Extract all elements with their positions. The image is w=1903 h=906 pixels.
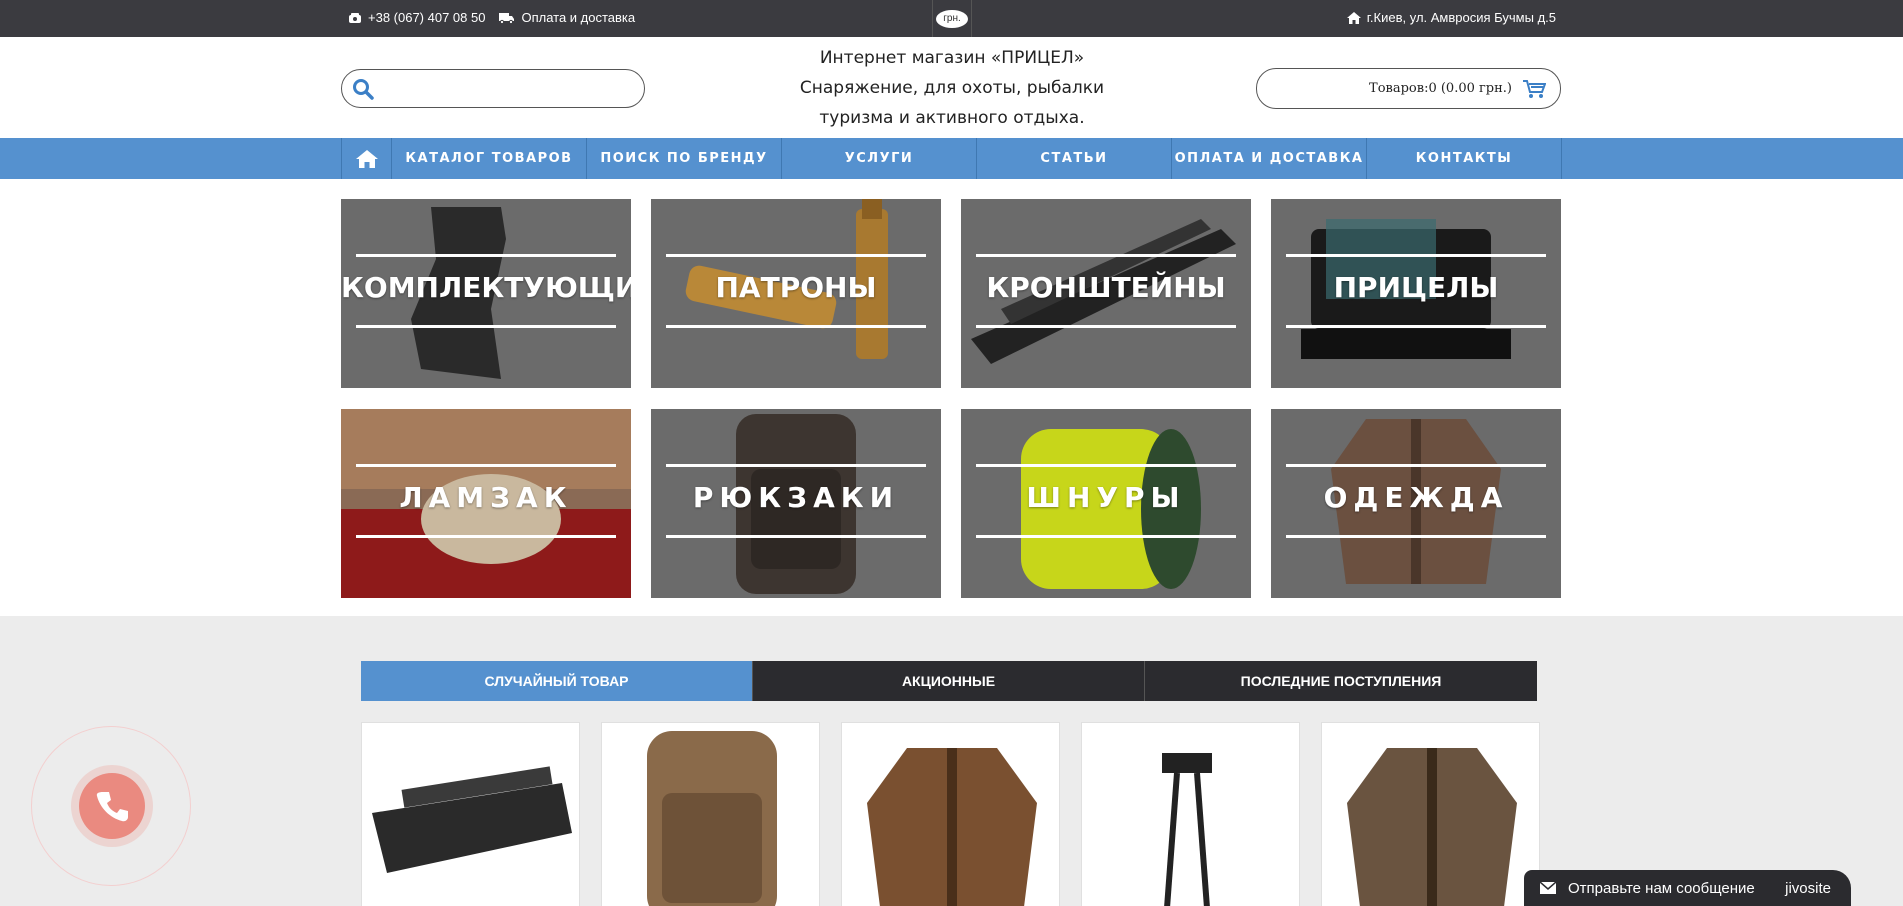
- product-card[interactable]: [361, 722, 580, 906]
- tagline-line-2: Снаряжение, для охоты, рыбалки: [799, 78, 1105, 98]
- nav-catalog[interactable]: КАТАЛОГ ТОВАРОВ: [392, 138, 587, 179]
- tagline-line-3: туризма и активного отдыха.: [819, 108, 1085, 128]
- nav-payment-delivery[interactable]: ОПЛАТА И ДОСТАВКА: [1172, 138, 1367, 179]
- tab-sale[interactable]: АКЦИОННЫЕ: [753, 661, 1145, 701]
- category-tile-mounts[interactable]: КРОНШТЕЙНЫ: [961, 199, 1251, 388]
- address: г.Киев, ул. Амвросия Бучмы д.5: [1346, 10, 1556, 25]
- category-label: ПАТРОНЫ: [715, 271, 877, 304]
- envelope-icon: [1540, 882, 1556, 894]
- currency-switcher[interactable]: грн.: [932, 0, 972, 37]
- category-tile-lamzac[interactable]: ЛАМЗАК: [341, 409, 631, 598]
- products-section: СЛУЧАЙНЫЙ ТОВАР АКЦИОННЫЕ ПОСЛЕДНИЕ ПОСТ…: [0, 616, 1903, 906]
- phone-handset-icon: [96, 792, 128, 822]
- top-bar-contacts: +38 (067) 407 08 50 Оплата и доставка: [348, 10, 635, 25]
- callback-button[interactable]: [79, 773, 145, 839]
- category-label: ОДЕЖДА: [1323, 481, 1509, 514]
- category-tile-ammo[interactable]: ПАТРОНЫ: [651, 199, 941, 388]
- category-tile-scopes[interactable]: ПРИЦЕЛЫ: [1271, 199, 1561, 388]
- phone-link[interactable]: +38 (067) 407 08 50: [348, 10, 485, 25]
- category-label: КРОНШТЕЙНЫ: [986, 271, 1226, 304]
- camo-jacket-image: [1347, 748, 1517, 906]
- search-input[interactable]: [380, 73, 644, 104]
- cart-summary: Товаров:0 (0.00 грн.): [1369, 81, 1512, 96]
- cart-button[interactable]: Товаров:0 (0.00 грн.): [1256, 68, 1561, 109]
- header: Интернет магазин «ПРИЦЕЛ» Снаряжение, дл…: [0, 37, 1903, 138]
- truck-icon: [499, 12, 515, 24]
- home-icon: [1346, 11, 1361, 24]
- nav-brand-search[interactable]: ПОИСК ПО БРЕНДУ: [587, 138, 782, 179]
- camo-jacket-image: [867, 748, 1037, 906]
- category-label: РЮКЗАКИ: [692, 481, 900, 514]
- category-label: ШНУРЫ: [1026, 481, 1186, 514]
- product-card[interactable]: [1321, 722, 1540, 906]
- currency-label: грн.: [936, 9, 968, 28]
- product-card[interactable]: [601, 722, 820, 906]
- category-label: КОМПЛЕКТУЮЩИЕ: [341, 271, 631, 304]
- search-icon: [353, 78, 374, 100]
- address-text: г.Киев, ул. Амвросия Бучмы д.5: [1366, 10, 1556, 25]
- handguard-image: [372, 766, 572, 873]
- tab-latest[interactable]: ПОСЛЕДНИЕ ПОСТУПЛЕНИЯ: [1145, 661, 1537, 701]
- phone-number: +38 (067) 407 08 50: [368, 10, 486, 25]
- nav-services[interactable]: УСЛУГИ: [782, 138, 977, 179]
- category-label: ПРИЦЕЛЫ: [1333, 271, 1499, 304]
- category-tile-cords[interactable]: ШНУРЫ: [961, 409, 1251, 598]
- product-card[interactable]: [1081, 722, 1300, 906]
- nav-articles[interactable]: СТАТЬИ: [977, 138, 1172, 179]
- nav-home[interactable]: [342, 138, 392, 179]
- delivery-link[interactable]: Оплата и доставка: [499, 10, 635, 25]
- nav-contacts[interactable]: КОНТАКТЫ: [1367, 138, 1562, 179]
- bipod-image: [1162, 753, 1212, 906]
- cart-icon: [1523, 79, 1546, 98]
- product-tabs: СЛУЧАЙНЫЙ ТОВАР АКЦИОННЫЕ ПОСЛЕДНИЕ ПОСТ…: [361, 661, 1537, 701]
- category-tile-clothing[interactable]: ОДЕЖДА: [1271, 409, 1561, 598]
- category-grid: КОМПЛЕКТУЮЩИЕ ПАТРОНЫ КРОНШТЕЙНЫ ПРИЦЕЛЫ…: [0, 179, 1903, 620]
- tab-random[interactable]: СЛУЧАЙНЫЙ ТОВАР: [361, 661, 753, 701]
- delivery-label: Оплата и доставка: [521, 10, 636, 25]
- camo-backpack-image: [647, 731, 777, 906]
- main-nav: КАТАЛОГ ТОВАРОВ ПОИСК ПО БРЕНДУ УСЛУГИ С…: [0, 138, 1903, 179]
- chat-label: Отправьте нам сообщение: [1568, 879, 1755, 897]
- phone-icon: [349, 12, 361, 23]
- category-label: ЛАМЗАК: [399, 481, 573, 514]
- category-tile-parts[interactable]: КОМПЛЕКТУЮЩИЕ: [341, 199, 631, 388]
- product-card[interactable]: [841, 722, 1060, 906]
- top-bar: +38 (067) 407 08 50 Оплата и доставка гр…: [0, 0, 1903, 37]
- store-tagline: Интернет магазин «ПРИЦЕЛ» Снаряжение, дл…: [780, 43, 1124, 133]
- chat-widget[interactable]: Отправьте нам сообщение jivosite: [1524, 870, 1851, 906]
- search-box[interactable]: [341, 69, 645, 108]
- category-tile-backpacks[interactable]: РЮКЗАКИ: [651, 409, 941, 598]
- product-list: [361, 722, 1540, 906]
- home-icon: [355, 149, 378, 168]
- tagline-line-1: Интернет магазин «ПРИЦЕЛ»: [819, 48, 1085, 68]
- chat-brand: jivosite: [1785, 879, 1831, 897]
